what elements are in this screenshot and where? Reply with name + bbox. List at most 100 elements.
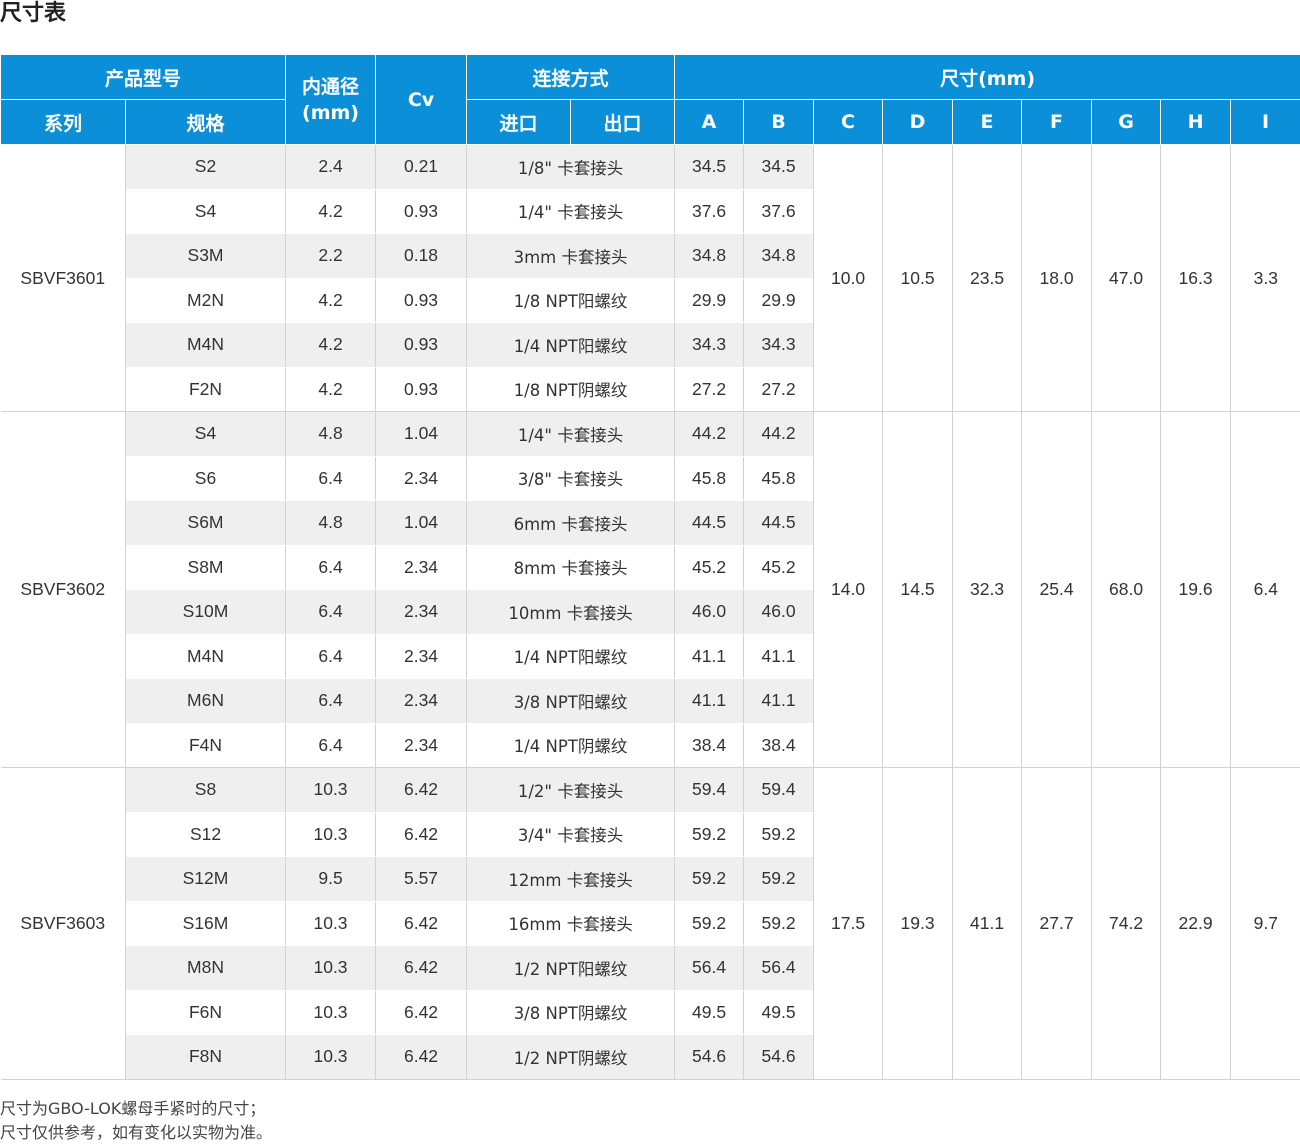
dim-a-cell: 59.2 (674, 856, 745, 902)
header-connection: 连接方式 (466, 54, 676, 100)
header-dim-g: G (1091, 99, 1162, 145)
dim-b-cell: 45.2 (743, 545, 814, 590)
cv-cell: 0.93 (375, 367, 468, 412)
bore-cell: 4.8 (285, 500, 377, 546)
spec-cell: S4 (125, 189, 287, 234)
cv-cell: 1.04 (375, 411, 468, 457)
dim-f-cell: 27.7 (1021, 767, 1093, 1080)
dim-d-cell: 10.5 (882, 144, 954, 412)
dim-a-cell: 59.2 (674, 812, 745, 857)
cv-cell: 6.42 (375, 945, 468, 991)
dim-i-cell: 6.4 (1230, 411, 1300, 768)
bore-cell: 2.2 (285, 233, 377, 279)
dim-a-cell: 49.5 (674, 990, 745, 1035)
dim-b-cell: 59.2 (743, 856, 814, 902)
bore-cell: 10.3 (285, 767, 377, 813)
cv-cell: 2.34 (375, 723, 468, 768)
connection-cell: 6mm 卡套接头 (466, 500, 676, 546)
bore-cell: 6.4 (285, 634, 377, 679)
bore-cell: 4.2 (285, 278, 377, 323)
dim-e-cell: 32.3 (952, 411, 1023, 768)
dim-b-cell: 46.0 (743, 589, 814, 635)
cv-cell: 2.34 (375, 678, 468, 724)
dim-b-cell: 44.2 (743, 411, 815, 457)
spec-cell: M2N (125, 278, 287, 323)
dim-b-cell: 37.6 (743, 189, 814, 234)
bore-cell: 6.4 (285, 678, 377, 724)
dim-g-cell: 74.2 (1091, 767, 1162, 1080)
connection-cell: 1/4" 卡套接头 (466, 189, 676, 234)
table-row: SBVF3602 S4 4.8 1.04 1/4" 卡套接头 44.2 44.2 14.0 14… (0, 411, 1300, 768)
header-dim-d: D (882, 99, 954, 145)
spec-cell: S8 (124, 767, 287, 813)
header-product-model: 产品型号 (0, 54, 287, 100)
connection-cell: 3/8 NPT阴螺纹 (466, 990, 676, 1035)
dim-f-cell: 18.0 (1021, 144, 1093, 412)
dim-d-cell: 14.5 (882, 411, 954, 768)
header-spec: 规格 (124, 99, 287, 145)
dim-b-cell: 59.4 (743, 767, 815, 813)
dim-c-cell: 14.0 (813, 411, 884, 768)
spec-cell: S3M (125, 233, 287, 279)
dim-a-cell: 38.4 (674, 723, 745, 768)
bore-cell: 2.4 (285, 144, 377, 190)
table-row: SBVF3603 S8 10.3 6.42 1/2" 卡套接头 59.4 59.4 17.5 1… (0, 767, 1300, 1080)
dim-a-cell: 34.5 (674, 144, 745, 190)
bore-cell: 6.4 (285, 723, 377, 768)
connection-cell: 1/8 NPT阳螺纹 (466, 278, 676, 323)
dimension-table: 产品型号 内通径 (mm) Cv 连接方式 尺寸(mm) 系列 规格 进口 出口… (0, 54, 1300, 1080)
dim-a-cell: 37.6 (674, 189, 745, 234)
dim-b-cell: 38.4 (743, 723, 814, 768)
header-dim-h: H (1160, 99, 1232, 145)
dim-b-cell: 44.5 (743, 500, 814, 546)
dim-c-cell: 17.5 (813, 767, 884, 1080)
connection-cell: 1/4 NPT阴螺纹 (466, 723, 676, 768)
spec-cell: S10M (125, 589, 287, 635)
connection-cell: 8mm 卡套接头 (466, 545, 676, 590)
spec-cell: S6 (125, 456, 287, 501)
dim-b-cell: 34.8 (743, 233, 814, 279)
spec-cell: F6N (125, 990, 287, 1035)
connection-cell: 3mm 卡套接头 (466, 233, 676, 279)
dim-b-cell: 29.9 (743, 278, 814, 323)
cv-cell: 6.42 (375, 767, 468, 813)
connection-cell: 1/4 NPT阳螺纹 (466, 634, 676, 679)
connection-cell: 1/2 NPT阳螺纹 (466, 945, 676, 991)
header-dimensions: 尺寸(mm) (674, 54, 1300, 100)
header-series: 系列 (0, 99, 126, 145)
spec-cell: M8N (125, 945, 287, 991)
spec-cell: S6M (125, 500, 287, 546)
dim-a-cell: 45.2 (674, 545, 745, 590)
connection-cell: 3/8 NPT阳螺纹 (466, 678, 676, 724)
series-cell: SBVF3603 (0, 767, 126, 1080)
dim-a-cell: 27.2 (674, 367, 745, 412)
cv-cell: 0.93 (375, 189, 468, 234)
cv-cell: 0.21 (375, 144, 468, 190)
cv-cell: 0.18 (375, 233, 468, 279)
dim-i-cell: 9.7 (1230, 767, 1300, 1080)
connection-cell: 1/4" 卡套接头 (466, 411, 676, 457)
dim-a-cell: 44.5 (674, 500, 745, 546)
dim-b-cell: 45.8 (743, 456, 814, 501)
bore-cell: 4.2 (285, 322, 377, 368)
dim-a-cell: 41.1 (674, 678, 745, 724)
bore-cell: 10.3 (285, 1034, 377, 1080)
dim-b-cell: 56.4 (743, 945, 814, 991)
dim-g-cell: 68.0 (1091, 411, 1162, 768)
spec-cell: S4 (124, 411, 287, 457)
bore-cell: 6.4 (285, 545, 377, 590)
dim-b-cell: 41.1 (743, 678, 814, 724)
spec-cell: S12M (125, 856, 287, 902)
dim-a-cell: 59.2 (674, 901, 745, 946)
spec-cell: M4N (125, 322, 287, 368)
dim-a-cell: 46.0 (674, 589, 745, 635)
header-dim-b: B (743, 99, 815, 145)
spec-cell: M4N (125, 634, 287, 679)
note-line: 尺寸为GBO-LOK螺母手紧时的尺寸； (0, 1099, 266, 1118)
header-cv: Cv (375, 54, 468, 145)
spec-cell: S16M (125, 901, 287, 946)
connection-cell: 1/2" 卡套接头 (466, 767, 676, 813)
bore-cell: 10.3 (285, 945, 377, 991)
bore-cell: 4.2 (285, 367, 377, 412)
cv-cell: 1.04 (375, 500, 468, 546)
